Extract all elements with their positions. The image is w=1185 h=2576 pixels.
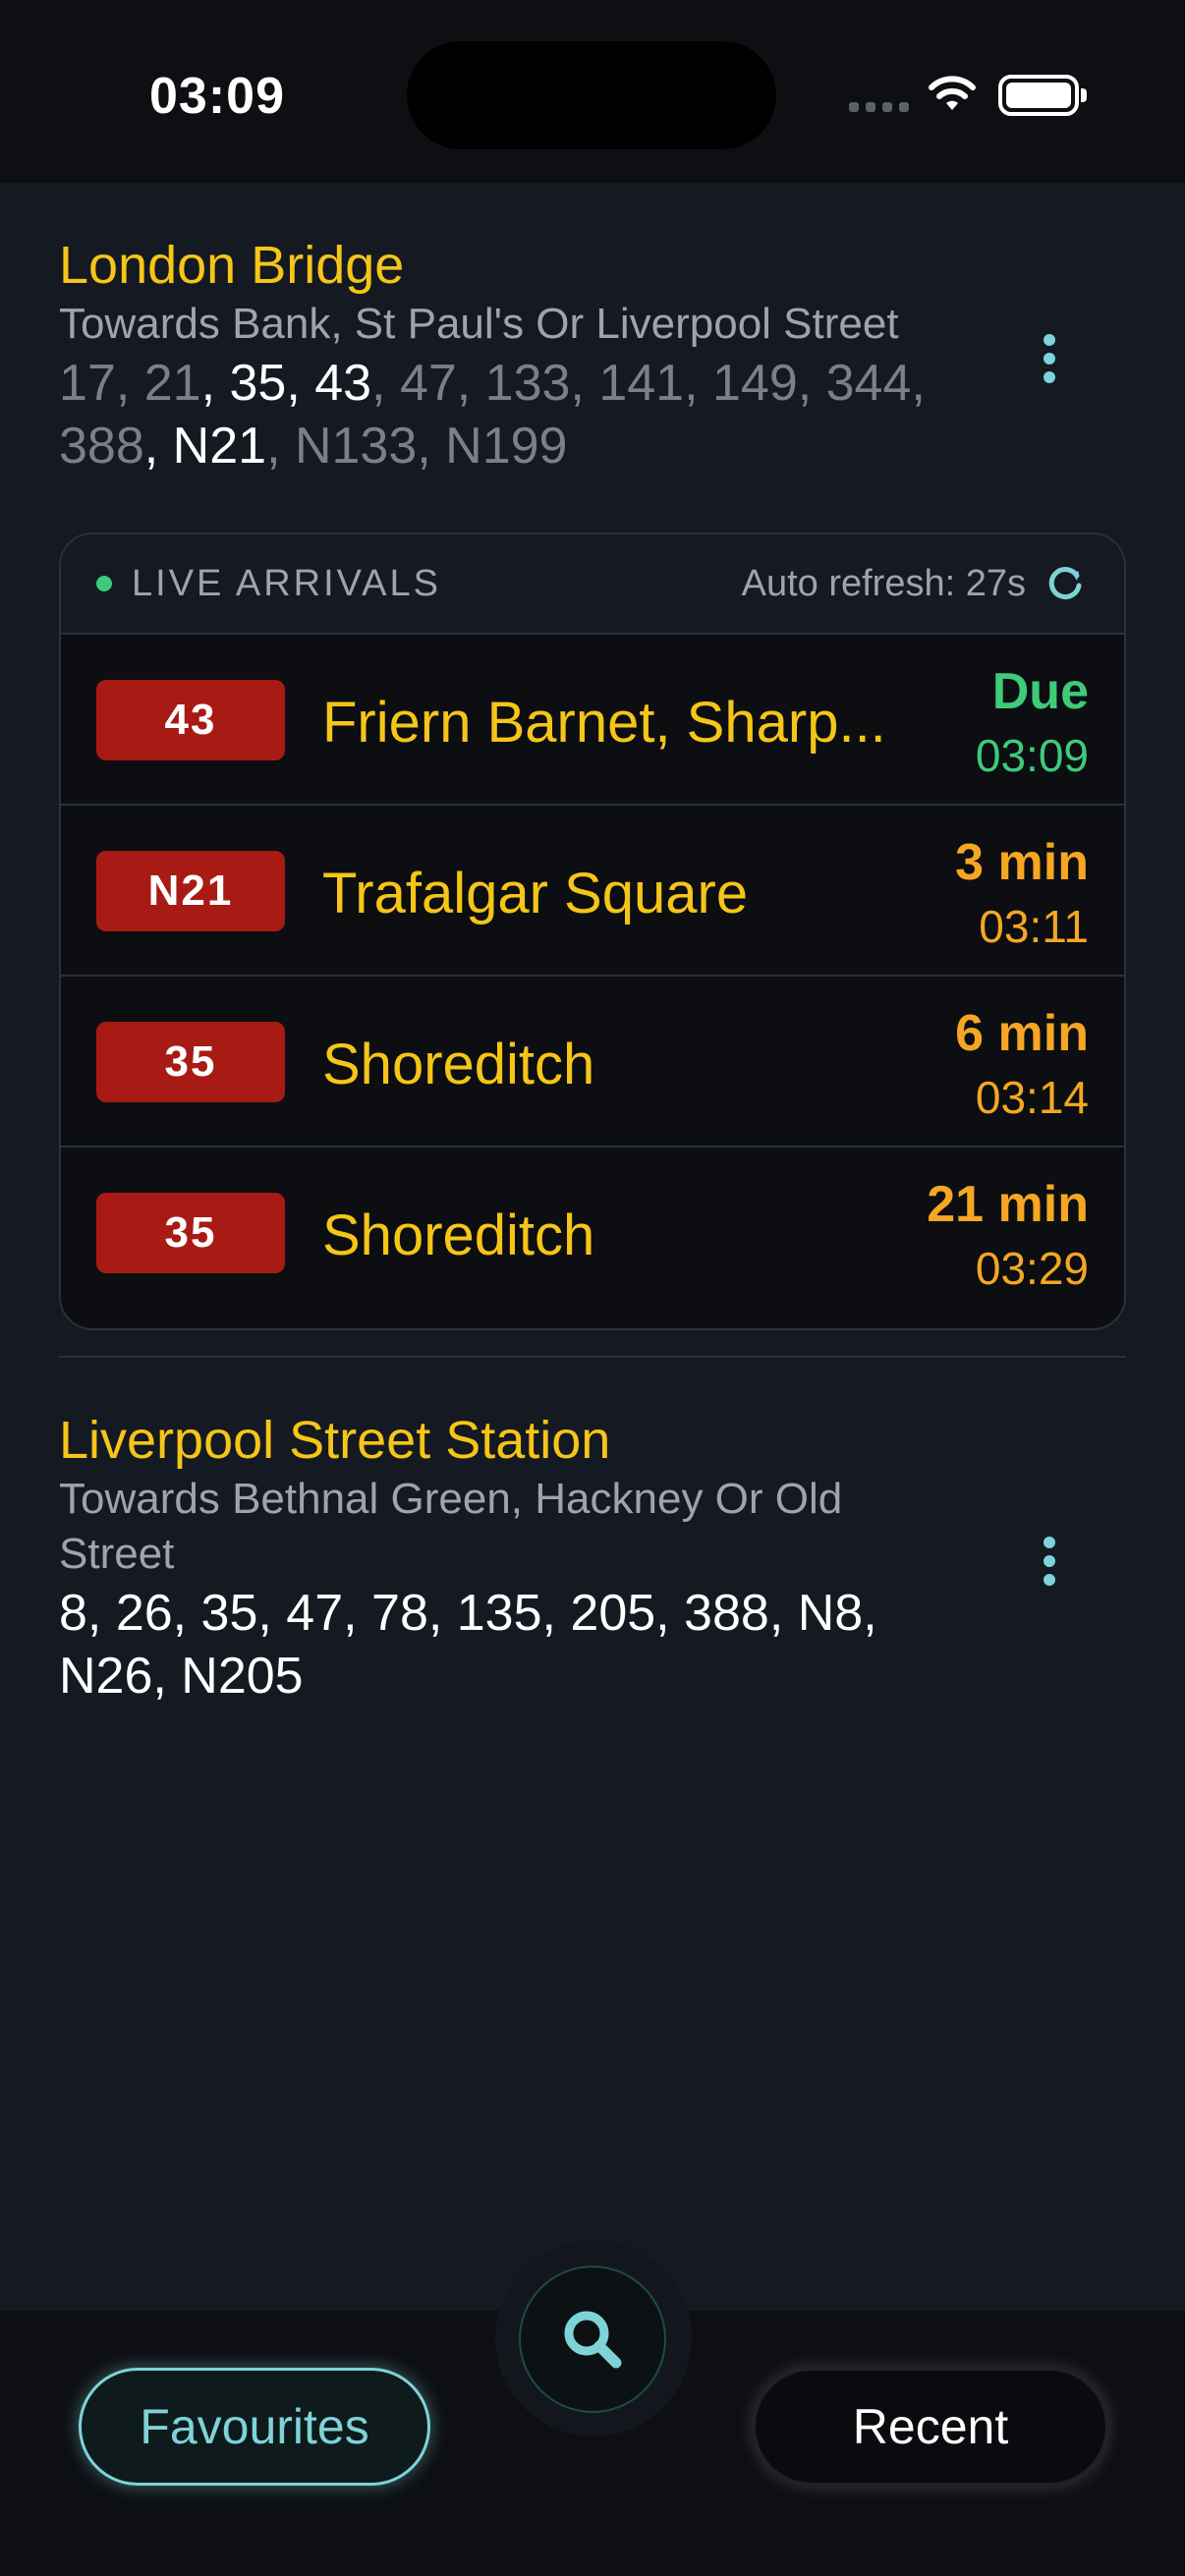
route-list-text: 388	[59, 418, 144, 475]
stop-name: London Bridge	[59, 236, 405, 295]
recent-button[interactable]: Recent	[753, 2368, 1108, 2486]
route-badge: 43	[96, 680, 285, 760]
battery-icon	[998, 75, 1087, 116]
arrival-destination: Shoreditch	[322, 1033, 595, 1096]
route-list-text: , 47, 133, 141, 149, 344,	[371, 355, 926, 412]
arrival-row[interactable]: 35 Shoreditch 21 min 03:29	[61, 1148, 1124, 1318]
route-badge: 35	[96, 1193, 285, 1273]
route-list-text: 17, 21	[59, 355, 201, 412]
arrival-destination: Friern Barnet, Sharp...	[322, 691, 886, 755]
more-vertical-icon[interactable]	[1034, 1537, 1065, 1586]
arrival-time: 03:14	[975, 1072, 1089, 1123]
stop-liverpool-street[interactable]: Liverpool Street Station Towards Bethnal…	[59, 1409, 1042, 1708]
live-arrivals-header: LIVE ARRIVALS Auto refresh: 27s	[61, 534, 1124, 635]
live-arrivals-card: LIVE ARRIVALS Auto refresh: 27s 43 Frier…	[59, 532, 1126, 1330]
stop-direction: Towards Bethnal Green, Hackney Or Old St…	[59, 1472, 1042, 1582]
wifi-icon	[929, 76, 976, 110]
arrival-row[interactable]: 35 Shoreditch 6 min 03:14	[61, 977, 1124, 1148]
arrival-destination: Trafalgar Square	[322, 862, 749, 925]
more-vertical-icon[interactable]	[1034, 334, 1065, 383]
arrival-eta: Due	[991, 663, 1089, 720]
auto-refresh-countdown: Auto refresh: 27s	[741, 562, 1026, 604]
dynamic-island	[407, 41, 776, 149]
refresh-icon[interactable]	[1044, 562, 1087, 605]
section-divider	[59, 1356, 1126, 1358]
stop-london-bridge[interactable]: London Bridge Towards Bank, St Paul's Or…	[59, 234, 1042, 477]
routes-line: 8, 26, 35, 47, 78, 135, 205, 388, N8,	[59, 1585, 877, 1642]
route-list-text: , N133, N199	[266, 418, 568, 475]
routes-line: N26, N205	[59, 1648, 304, 1705]
arrival-time: 03:09	[975, 730, 1089, 781]
direction-line: Towards Bethnal Green, Hackney Or Old	[59, 1475, 843, 1523]
arrival-row[interactable]: N21 Trafalgar Square 3 min 03:11	[61, 806, 1124, 977]
live-arrivals-label: LIVE ARRIVALS	[132, 562, 441, 604]
arrival-eta: 21 min	[927, 1176, 1089, 1233]
live-indicator-dot	[96, 576, 112, 591]
arrival-eta: 3 min	[955, 834, 1089, 891]
route-list-highlight: , 35, 43	[200, 355, 372, 412]
status-bar: 03:09	[0, 0, 1185, 183]
search-button[interactable]	[519, 2266, 666, 2413]
route-badge: N21	[96, 851, 285, 931]
arrival-time: 03:29	[975, 1243, 1089, 1294]
arrival-time: 03:11	[979, 901, 1089, 952]
stop-direction: Towards Bank, St Paul's Or Liverpool Str…	[59, 300, 899, 348]
direction-line: Street	[59, 1530, 175, 1578]
stop-routes: 17, 21, 35, 43, 47, 133, 141, 149, 344, …	[59, 352, 1042, 477]
stop-routes: 8, 26, 35, 47, 78, 135, 205, 388, N8, N2…	[59, 1582, 1042, 1708]
routes-line: 17, 21, 35, 43, 47, 133, 141, 149, 344,	[59, 352, 1042, 415]
route-badge: 35	[96, 1022, 285, 1102]
route-list-highlight: , N21	[143, 418, 267, 475]
arrival-destination: Shoreditch	[322, 1204, 595, 1267]
cellular-signal-icon	[849, 102, 909, 112]
arrival-row[interactable]: 43 Friern Barnet, Sharp... Due 03:09	[61, 635, 1124, 806]
favourites-button[interactable]: Favourites	[79, 2368, 430, 2486]
arrival-eta: 6 min	[955, 1005, 1089, 1062]
search-icon	[564, 2311, 622, 2369]
status-time: 03:09	[149, 68, 285, 125]
routes-line: 388, N21, N133, N199	[59, 415, 1042, 477]
stop-name: Liverpool Street Station	[59, 1411, 611, 1470]
